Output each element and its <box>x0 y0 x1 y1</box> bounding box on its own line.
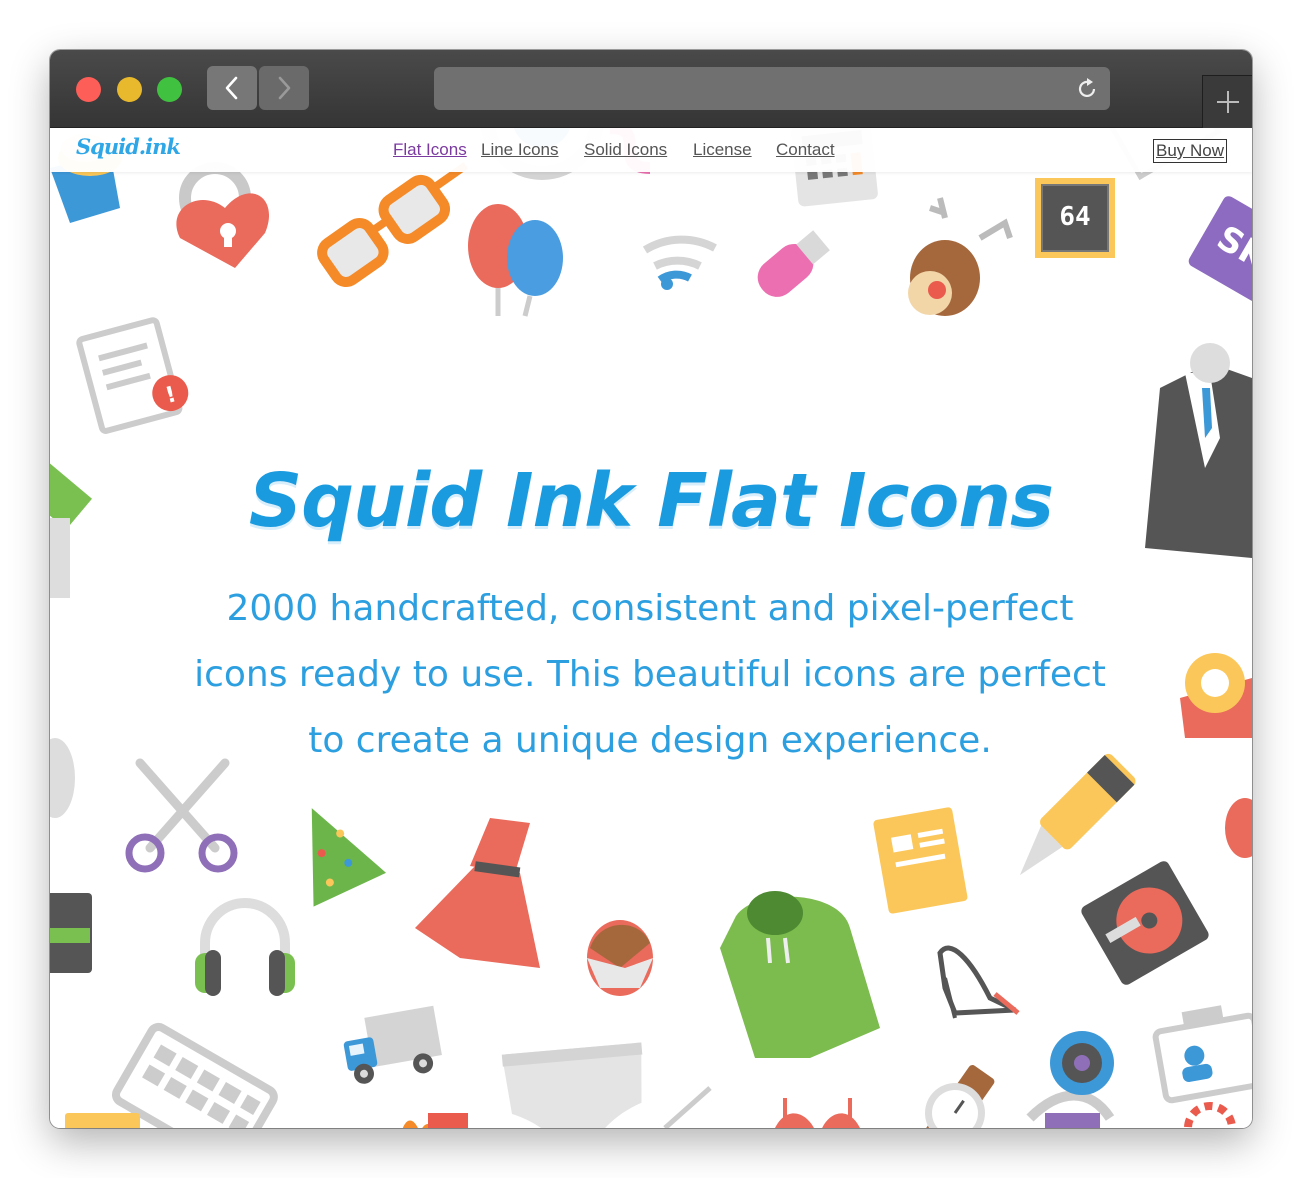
browser-toolbar <box>50 50 1252 128</box>
dress-icon <box>415 818 540 968</box>
high-heel-icon <box>937 945 1020 1019</box>
hero-title: Squid Ink Flat Icons <box>248 458 1054 544</box>
nav-contact[interactable]: Contact <box>776 140 835 160</box>
bra-icon <box>775 1098 860 1128</box>
web-page: 64 SK ! Squid.ink Flat Icons Line Icons … <box>50 128 1252 1128</box>
watch-icon <box>915 1065 995 1128</box>
chevron-right-icon <box>278 76 291 100</box>
pencil-icon <box>663 1086 712 1128</box>
headphones-icon <box>195 898 295 996</box>
address-bar[interactable] <box>434 67 1110 110</box>
processor-chip-icon: 64 <box>1035 178 1115 258</box>
nav-license[interactable]: License <box>693 140 752 160</box>
hoodie-icon <box>720 891 880 1058</box>
fire-icon <box>402 1113 468 1128</box>
buy-now-button[interactable]: Buy Now <box>1153 139 1228 163</box>
document-warning-icon: ! <box>76 317 189 434</box>
box-icon <box>1045 1113 1100 1128</box>
maximize-window-button[interactable] <box>157 77 182 102</box>
sticky-note-icon <box>873 807 968 914</box>
site-logo[interactable]: Squid.ink <box>76 134 181 159</box>
balloons-icon <box>468 204 563 317</box>
glasses-icon <box>317 162 469 287</box>
minimize-window-button[interactable] <box>117 77 142 102</box>
chevron-left-icon <box>225 76 238 100</box>
nav-solid-icons[interactable]: Solid Icons <box>584 140 667 160</box>
usb-drive-icon <box>757 230 830 297</box>
site-navbar: Squid.ink Flat Icons Line Icons Solid Ic… <box>50 128 1252 172</box>
reindeer-icon <box>908 197 1013 316</box>
lock-heart-icon <box>176 162 270 268</box>
forward-button[interactable] <box>259 66 309 110</box>
browser-window: 64 SK ! Squid.ink Flat Icons Line Icons … <box>50 50 1252 1128</box>
tape-dispenser-icon <box>1180 653 1252 738</box>
svg-text:64: 64 <box>1059 202 1090 232</box>
webcam-icon <box>1026 1031 1115 1122</box>
id-badge-icon <box>1152 1005 1252 1104</box>
new-tab-button[interactable] <box>1202 75 1252 128</box>
chocolate-egg-icon <box>587 920 653 996</box>
christmas-tree-icon <box>311 808 387 907</box>
plus-icon <box>1217 91 1239 113</box>
keyboard-icon <box>111 1022 278 1128</box>
wifi-icon <box>642 235 717 290</box>
truck-icon <box>343 1005 442 1084</box>
back-button[interactable] <box>207 66 257 110</box>
scissors-icon <box>125 758 238 873</box>
reload-icon[interactable] <box>1074 76 1100 102</box>
nav-line-icons[interactable]: Line Icons <box>481 140 559 160</box>
lifebuoy-icon <box>1184 1102 1236 1128</box>
nav-flat-icons[interactable]: Flat Icons <box>393 140 467 160</box>
hero-subtitle: 2000 handcrafted, consistent and pixel-p… <box>194 588 1106 761</box>
turntable-icon <box>1081 861 1209 985</box>
underwear-icon <box>501 1042 643 1128</box>
folder-icon <box>65 1113 140 1128</box>
close-window-button[interactable] <box>76 77 101 102</box>
ski-pass-icon: SK <box>1188 196 1252 302</box>
